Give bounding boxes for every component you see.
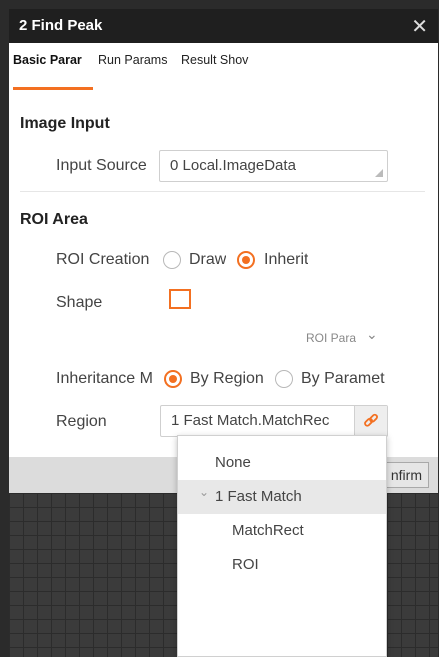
- chevron-down-icon[interactable]: ⌄: [366, 326, 378, 343]
- input-source-select[interactable]: 0 Local.ImageData: [159, 150, 388, 182]
- roi-param-link[interactable]: ROI Para: [306, 331, 356, 345]
- tab-basic-params[interactable]: Basic Parar: [13, 53, 93, 67]
- by-param-radio[interactable]: [275, 370, 293, 388]
- image-input-heading: Image Input: [20, 115, 110, 132]
- roi-creation-label: ROI Creation: [56, 251, 150, 268]
- dropdown-item-fast-match[interactable]: ⌄ 1 Fast Match: [178, 480, 386, 514]
- close-icon[interactable]: ✕: [411, 14, 428, 39]
- section-divider: [20, 191, 425, 192]
- dropdown-item-label: None: [215, 454, 251, 471]
- tab-run-params[interactable]: Run Params: [98, 53, 176, 67]
- input-source-value: 0 Local.ImageData: [170, 157, 296, 174]
- dropdown-item-label: 1 Fast Match: [215, 488, 302, 505]
- by-region-label[interactable]: By Region: [190, 370, 264, 388]
- tab-bar: Basic Parar Run Params Result Shov: [9, 43, 438, 96]
- confirm-label: nfirm: [390, 467, 422, 483]
- tab-result-show[interactable]: Result Shov: [181, 53, 271, 67]
- dialog-title: 2 Find Peak: [19, 17, 103, 34]
- draw-radio[interactable]: [163, 251, 181, 269]
- inherit-radio[interactable]: [237, 251, 255, 269]
- active-tab-indicator: [13, 87, 93, 90]
- expand-chevron-icon[interactable]: ⌄: [199, 485, 209, 499]
- input-source-label: Input Source: [56, 157, 147, 174]
- region-select[interactable]: 1 Fast Match.MatchRec: [160, 405, 388, 437]
- inheritance-mode-label: Inheritance M: [56, 370, 153, 387]
- draw-radio-label[interactable]: Draw: [189, 251, 226, 269]
- dropdown-item-label: MatchRect: [232, 522, 304, 539]
- params-panel: Image Input Input Source 0 Local.ImageDa…: [9, 95, 438, 457]
- dropdown-item-roi[interactable]: ROI: [178, 548, 386, 582]
- link-icon: [364, 413, 378, 427]
- rectangle-shape-icon[interactable]: [169, 289, 191, 309]
- shape-label: Shape: [56, 294, 103, 311]
- by-param-label[interactable]: By Paramet: [301, 370, 386, 388]
- resize-corner-icon: [375, 169, 383, 177]
- inherit-radio-label[interactable]: Inherit: [264, 251, 308, 269]
- region-value: 1 Fast Match.MatchRec: [171, 412, 330, 429]
- link-button[interactable]: [354, 406, 387, 436]
- title-bar: 2 Find Peak ✕: [9, 9, 438, 43]
- region-label: Region: [56, 413, 107, 430]
- dropdown-item-matchrect[interactable]: MatchRect: [178, 514, 386, 548]
- roi-area-heading: ROI Area: [20, 211, 88, 228]
- by-region-radio[interactable]: [164, 370, 182, 388]
- dropdown-item-label: ROI: [232, 556, 259, 573]
- dropdown-item-none[interactable]: None: [178, 446, 386, 480]
- region-dropdown: None ⌄ 1 Fast Match MatchRect ROI: [177, 435, 387, 657]
